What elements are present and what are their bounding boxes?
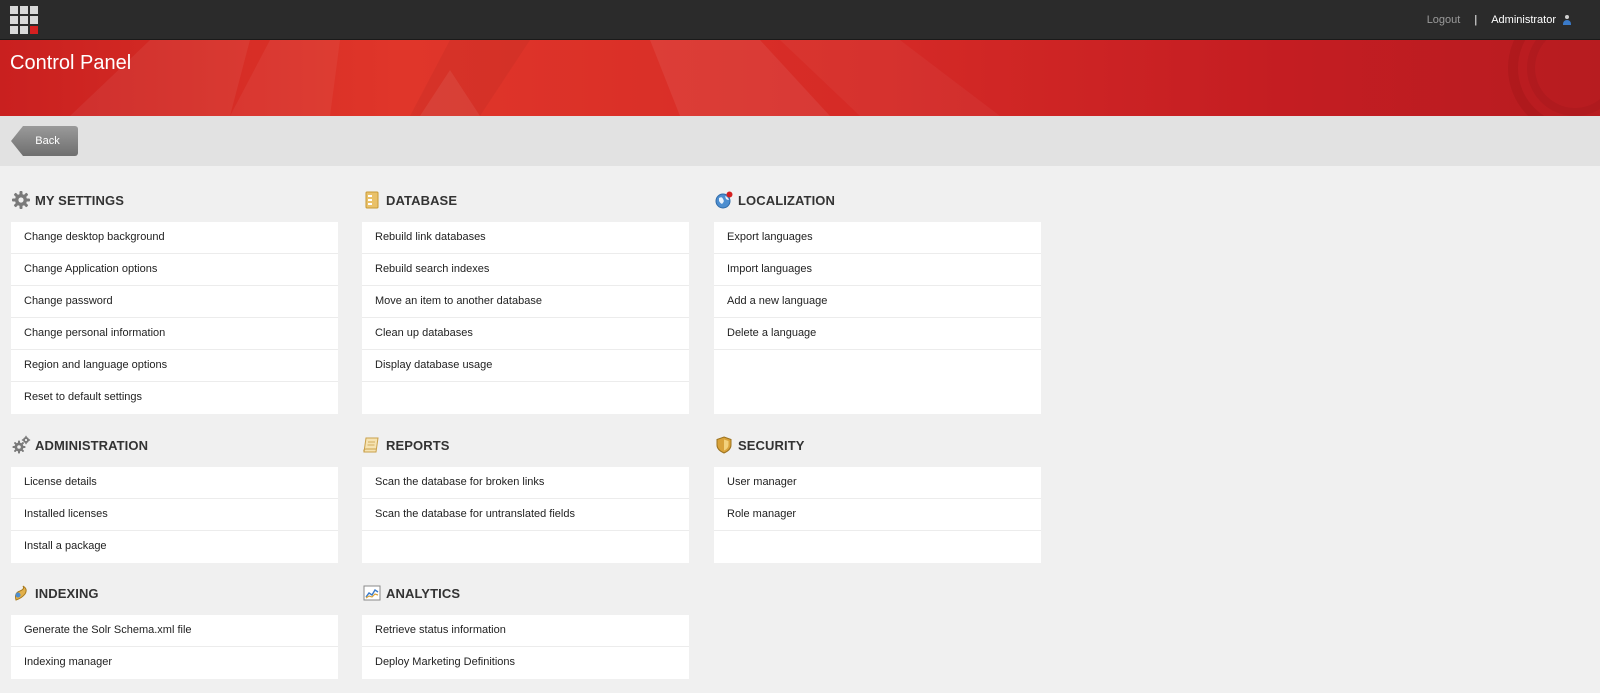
section-header: ADMINISTRATION (11, 431, 338, 459)
banner-decoration (70, 40, 1600, 116)
list-item-export-languages[interactable]: Export languages (714, 222, 1041, 254)
localization-list: Export languages Import languages Add a … (714, 222, 1041, 414)
page-title: Control Panel (10, 52, 132, 74)
indexing-list: Generate the Solr Schema.xml file Indexi… (11, 615, 338, 679)
list-item-change-personal-information[interactable]: Change personal information (11, 318, 338, 350)
scroll-icon (363, 437, 379, 453)
user-area: Logout | Administrator (1427, 0, 1572, 40)
section-title: LOCALIZATION (738, 192, 835, 208)
back-bar: Back (0, 116, 1600, 166)
section-database: DATABASE Rebuild link databases Rebuild … (362, 186, 689, 414)
list-item-move-item-database[interactable]: Move an item to another database (362, 286, 689, 318)
section-header: SECURITY (714, 431, 1041, 459)
reports-list: Scan the database for broken links Scan … (362, 467, 689, 563)
list-item-install-package[interactable]: Install a package (11, 531, 338, 563)
list-item-rebuild-link-databases[interactable]: Rebuild link databases (362, 222, 689, 254)
security-list: User manager Role manager (714, 467, 1041, 563)
list-item-empty (362, 382, 689, 414)
list-item-region-language-options[interactable]: Region and language options (11, 350, 338, 382)
list-item-scan-untranslated-fields[interactable]: Scan the database for untranslated field… (362, 499, 689, 531)
administration-list: License details Installed licenses Insta… (11, 467, 338, 563)
section-title: DATABASE (386, 192, 458, 208)
indexing-icon (15, 585, 27, 601)
section-header: LOCALIZATION (714, 186, 1041, 214)
list-item-change-password[interactable]: Change password (11, 286, 338, 318)
section-analytics: ANALYTICS Retrieve status information De… (362, 579, 689, 679)
section-reports: REPORTS Scan the database for broken lin… (362, 431, 689, 563)
section-title: ADMINISTRATION (35, 437, 149, 453)
section-title: REPORTS (386, 437, 450, 453)
section-header: REPORTS (362, 431, 689, 459)
list-item-display-database-usage[interactable]: Display database usage (362, 350, 689, 382)
list-item-installed-licenses[interactable]: Installed licenses (11, 499, 338, 531)
list-item-import-languages[interactable]: Import languages (714, 254, 1041, 286)
list-item-empty (714, 350, 1041, 414)
header-banner: Control Panel (0, 40, 1600, 116)
chart-icon (363, 585, 381, 601)
section-title: ANALYTICS (386, 585, 461, 601)
section-indexing: INDEXING Generate the Solr Schema.xml fi… (11, 579, 338, 679)
list-item-scan-broken-links[interactable]: Scan the database for broken links (362, 467, 689, 499)
list-item-license-details[interactable]: License details (11, 467, 338, 499)
back-button[interactable]: Back (11, 126, 78, 156)
gears-icon (12, 435, 31, 454)
user-name[interactable]: Administrator (1491, 14, 1556, 26)
section-localization: LOCALIZATION Export languages Import lan… (714, 186, 1041, 414)
section-header: INDEXING (11, 579, 338, 607)
list-item-rebuild-search-indexes[interactable]: Rebuild search indexes (362, 254, 689, 286)
list-item-add-new-language[interactable]: Add a new language (714, 286, 1041, 318)
section-header: DATABASE (362, 186, 689, 214)
list-item-user-manager[interactable]: User manager (714, 467, 1041, 499)
section-security: SECURITY User manager Role manager (714, 431, 1041, 563)
topbar-separator: | (1474, 14, 1478, 26)
logout-link[interactable]: Logout (1427, 14, 1461, 26)
list-item-indexing-manager[interactable]: Indexing manager (11, 647, 338, 679)
section-title: SECURITY (738, 437, 805, 453)
list-item-empty (362, 531, 689, 563)
list-item-delete-language[interactable]: Delete a language (714, 318, 1041, 350)
list-item-generate-solr-schema[interactable]: Generate the Solr Schema.xml file (11, 615, 338, 647)
list-item-clean-up-databases[interactable]: Clean up databases (362, 318, 689, 350)
list-item-reset-default-settings[interactable]: Reset to default settings (11, 382, 338, 414)
user-icon[interactable] (1562, 15, 1572, 25)
shield-icon (716, 436, 732, 454)
list-item-retrieve-status-information[interactable]: Retrieve status information (362, 615, 689, 647)
section-my-settings: MY SETTINGS Change desktop background Ch… (11, 186, 338, 414)
app-launcher-grid-icon[interactable] (10, 6, 38, 34)
section-administration: ADMINISTRATION License details Installed… (11, 431, 338, 563)
list-item-deploy-marketing-definitions[interactable]: Deploy Marketing Definitions (362, 647, 689, 679)
top-bar: Logout | Administrator (0, 0, 1600, 40)
settings-list: Change desktop background Change Applica… (11, 222, 338, 414)
database-icon (365, 191, 379, 209)
section-header: MY SETTINGS (11, 186, 338, 214)
list-item-change-application-options[interactable]: Change Application options (11, 254, 338, 286)
section-title: MY SETTINGS (35, 192, 124, 208)
list-item-role-manager[interactable]: Role manager (714, 499, 1041, 531)
analytics-list: Retrieve status information Deploy Marke… (362, 615, 689, 679)
list-item-change-desktop-background[interactable]: Change desktop background (11, 222, 338, 254)
gear-icon (12, 191, 30, 209)
list-item-empty (714, 531, 1041, 563)
globe-icon (715, 191, 733, 209)
section-header: ANALYTICS (362, 579, 689, 607)
section-title: INDEXING (35, 585, 99, 601)
database-list: Rebuild link databases Rebuild search in… (362, 222, 689, 414)
